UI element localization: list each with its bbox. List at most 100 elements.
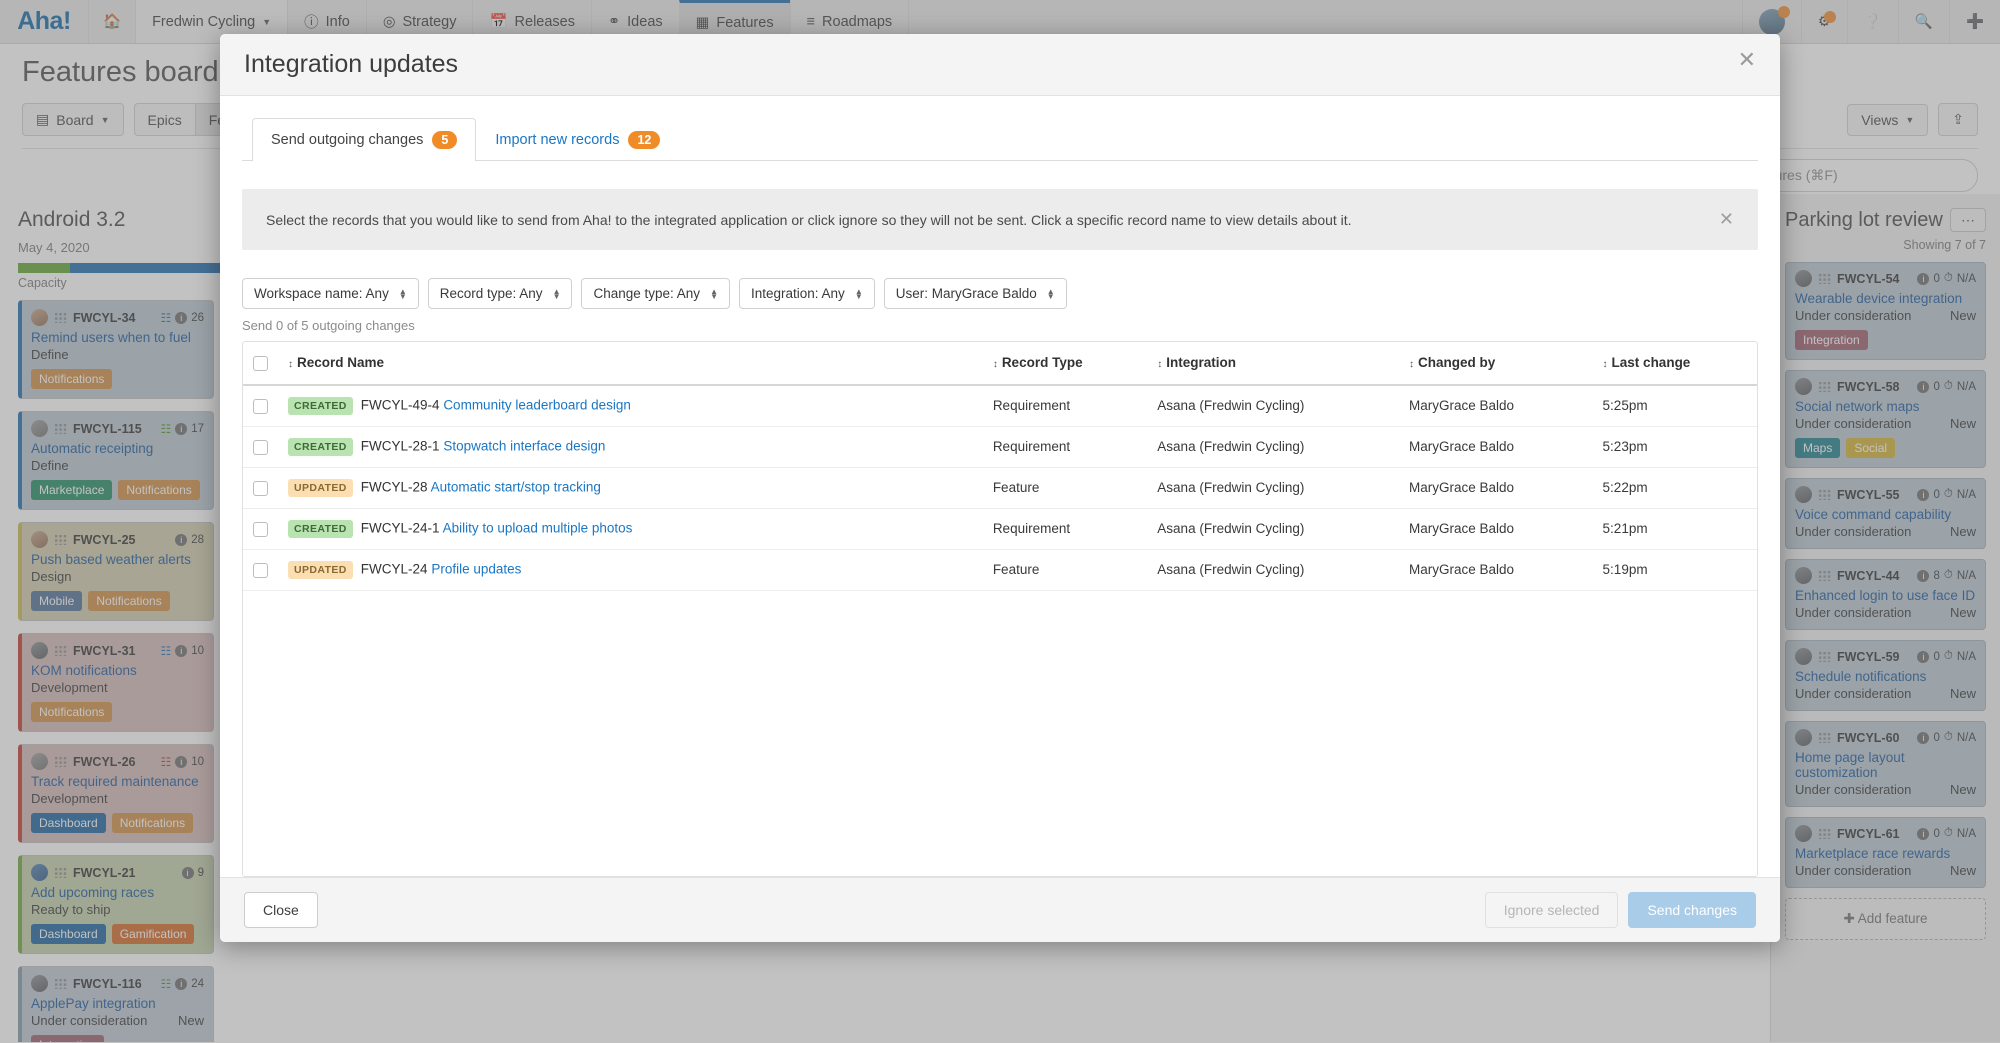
row-select-cell (243, 385, 278, 427)
table-row[interactable]: CREATED FWCYL-28-1 Stopwatch interface de… (243, 426, 1757, 467)
record-name-link[interactable]: Ability to upload multiple photos (443, 521, 633, 536)
info-banner: Select the records that you would like t… (242, 189, 1758, 250)
change-type-badge: CREATED (288, 397, 353, 415)
record-name-link[interactable]: Stopwatch interface design (443, 439, 605, 454)
close-icon[interactable]: ✕ (1738, 50, 1756, 70)
cell-record-name: UPDATED FWCYL-28 Automatic start/stop tra… (278, 467, 983, 508)
modal-header: Integration updates ✕ (220, 34, 1780, 96)
row-checkbox[interactable] (253, 563, 268, 578)
record-name-link[interactable]: Profile updates (431, 562, 521, 577)
modal-title: Integration updates (244, 50, 458, 79)
cell-integration: Asana (Fredwin Cycling) (1147, 467, 1399, 508)
cell-record-name: CREATED FWCYL-28-1 Stopwatch interface de… (278, 426, 983, 467)
tab-badge-count: 12 (628, 131, 660, 149)
modal-body: Send outgoing changes 5 Import new recor… (220, 96, 1780, 877)
filter-label: Integration: Any (751, 286, 845, 301)
filter-3[interactable]: Integration: Any ▲▼ (739, 278, 875, 309)
send-changes-button[interactable]: Send changes (1628, 892, 1756, 928)
chevron-updown-icon: ▲▼ (553, 289, 561, 299)
cell-record-type: Feature (983, 549, 1147, 590)
header-integration[interactable]: ↕Integration (1147, 342, 1399, 385)
record-id: FWCYL-24-1 (361, 521, 440, 536)
header-changed-by[interactable]: ↕ Changed by (1399, 342, 1593, 385)
cell-changed-by: MaryGrace Baldo (1399, 508, 1593, 549)
record-id: FWCYL-28 (361, 480, 428, 495)
info-banner-text: Select the records that you would like t… (266, 212, 1352, 228)
cell-changed-by: MaryGrace Baldo (1399, 467, 1593, 508)
row-select-cell (243, 426, 278, 467)
cell-last-change: 5:25pm (1593, 385, 1757, 427)
close-button[interactable]: Close (244, 892, 318, 928)
tab-label: Import new records (495, 132, 619, 148)
tab-send-outgoing-changes[interactable]: Send outgoing changes 5 (252, 118, 476, 161)
table-row[interactable]: UPDATED FWCYL-28 Automatic start/stop tra… (243, 467, 1757, 508)
close-icon[interactable]: ✕ (1719, 209, 1734, 230)
header-label: Record Type (1002, 355, 1083, 370)
tab-badge-count: 5 (432, 131, 457, 149)
sort-icon: ↕ (993, 359, 998, 370)
modal-tabs: Send outgoing changes 5 Import new recor… (242, 118, 1758, 161)
cell-record-type: Requirement (983, 385, 1147, 427)
cell-integration: Asana (Fredwin Cycling) (1147, 385, 1399, 427)
table-row[interactable]: UPDATED FWCYL-24 Profile updates FeatureAs… (243, 549, 1757, 590)
cell-record-type: Requirement (983, 508, 1147, 549)
filter-4[interactable]: User: MaryGrace Baldo▲▼ (884, 278, 1067, 309)
chevron-updown-icon: ▲▼ (399, 289, 407, 299)
cell-record-name: UPDATED FWCYL-24 Profile updates (278, 549, 983, 590)
sort-icon: ↕ (1409, 359, 1414, 370)
modal-footer: Close Ignore selected Send changes (220, 877, 1780, 942)
ignore-selected-button[interactable]: Ignore selected (1485, 892, 1619, 928)
cell-integration: Asana (Fredwin Cycling) (1147, 508, 1399, 549)
cell-integration: Asana (Fredwin Cycling) (1147, 426, 1399, 467)
header-last-change[interactable]: ↕Last change (1593, 342, 1757, 385)
filter-label: Record type: Any (440, 286, 543, 301)
cell-last-change: 5:21pm (1593, 508, 1757, 549)
header-record-type[interactable]: ↕ Record Type (983, 342, 1147, 385)
chevron-updown-icon: ▲▼ (710, 289, 718, 299)
table-row[interactable]: CREATEDFWCYL-49-4 Community leaderboard … (243, 385, 1757, 427)
header-record-name[interactable]: ↕ Record Name (278, 342, 983, 385)
change-type-badge: CREATED (288, 520, 353, 538)
cell-changed-by: MaryGrace Baldo (1399, 549, 1593, 590)
row-checkbox[interactable] (253, 440, 268, 455)
row-checkbox[interactable] (253, 399, 268, 414)
cell-last-change: 5:23pm (1593, 426, 1757, 467)
sort-icon: ↕ (288, 359, 293, 370)
filter-1[interactable]: Record type: Any ▲▼ (428, 278, 573, 309)
records-table-container: ↕Record Name ↕Record Type ↕Integration ↕… (242, 341, 1758, 877)
filter-label: Workspace name: Any (254, 286, 389, 301)
cell-changed-by: MaryGrace Baldo (1399, 426, 1593, 467)
filter-bar: Workspace name: Any▲▼Record type: Any▲▼C… (242, 278, 1758, 309)
records-table-head: ↕Record Name ↕Record Type ↕Integration ↕… (243, 342, 1757, 385)
header-label: Last change (1612, 355, 1691, 370)
select-all-checkbox[interactable] (253, 356, 268, 371)
record-id: FWCYL-28-1 (361, 439, 440, 454)
filter-0[interactable]: Workspace name: Any ▲▼ (242, 278, 419, 309)
table-header-row: ↕Record Name ↕Record Type ↕Integration ↕… (243, 342, 1757, 385)
record-name-link[interactable]: Automatic start/stop tracking (431, 480, 601, 495)
record-name-link[interactable]: Community leaderboard design (443, 398, 631, 413)
tab-label: Send outgoing changes (271, 132, 423, 148)
cell-integration: Asana (Fredwin Cycling) (1147, 549, 1399, 590)
change-type-badge: CREATED (288, 438, 353, 456)
records-table: ↕Record Name ↕Record Type ↕Integration ↕… (243, 342, 1757, 591)
chevron-updown-icon: ▲▼ (855, 289, 863, 299)
change-type-badge: UPDATED (288, 479, 353, 497)
row-select-cell (243, 549, 278, 590)
row-select-cell (243, 508, 278, 549)
row-checkbox[interactable] (253, 522, 268, 537)
header-label: Changed by (1418, 355, 1495, 370)
header-label: Record Name (297, 355, 384, 370)
change-type-badge: UPDATED (288, 561, 353, 579)
filter-2[interactable]: Change type: Any▲▼ (581, 278, 730, 309)
cell-record-name: CREATED FWCYL-24-1 Ability to upload mult… (278, 508, 983, 549)
table-row[interactable]: CREATED FWCYL-24-1 Ability to upload mult… (243, 508, 1757, 549)
cell-last-change: 5:22pm (1593, 467, 1757, 508)
row-checkbox[interactable] (253, 481, 268, 496)
tab-import-new-records[interactable]: Import new records 12 (476, 118, 679, 161)
header-label: Integration (1166, 355, 1236, 370)
record-id: FWCYL-24 (361, 562, 428, 577)
records-table-body: CREATEDFWCYL-49-4 Community leaderboard … (243, 385, 1757, 591)
cell-last-change: 5:19pm (1593, 549, 1757, 590)
filter-label: User: MaryGrace Baldo (896, 286, 1037, 301)
